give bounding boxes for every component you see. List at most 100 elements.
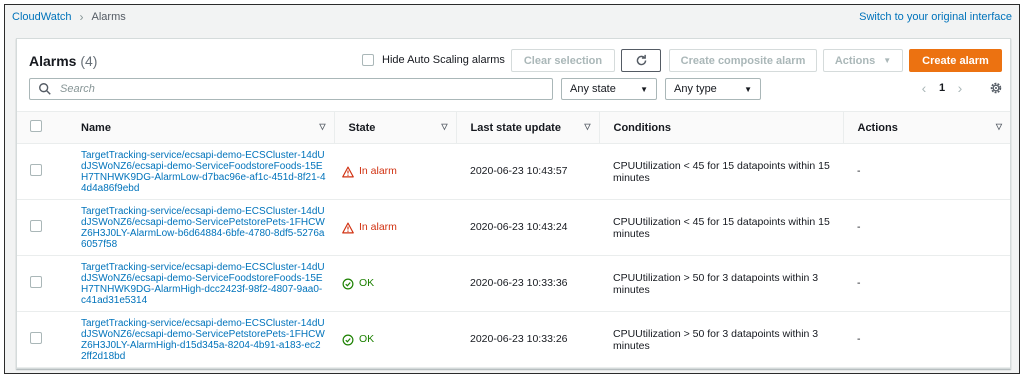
alarm-name-link[interactable]: TargetTracking-service/ecsapi-demo-ECSCl… <box>81 206 325 250</box>
breadcrumb-separator-icon: › <box>79 10 84 24</box>
row-checkbox[interactable] <box>30 332 42 344</box>
caret-down-icon: ▼ <box>744 84 752 94</box>
check-circle-icon <box>342 334 354 345</box>
table-row[interactable]: TargetTracking-service/ecsapi-demo-ECSCl… <box>17 311 1010 368</box>
caret-down-icon: ▼ <box>883 56 892 65</box>
column-header-name-label: Name <box>81 121 111 134</box>
condition-cell: CPUUtilization < 45 for 15 datapoints wi… <box>599 143 843 200</box>
hide-autoscaling-toggle[interactable]: Hide Auto Scaling alarms <box>362 54 505 66</box>
condition-cell: CPUUtilization < 45 for 15 datapoints wi… <box>599 199 843 256</box>
column-header-name[interactable]: Name ▽ <box>55 111 335 144</box>
sort-caret-icon[interactable]: ▽ <box>996 122 1002 131</box>
panel-header: Alarms (4) Hide Auto Scaling alarms Clea… <box>17 39 1010 111</box>
actions-dropdown-button[interactable]: Actions ▼ <box>823 49 903 72</box>
breadcrumb-current: Alarms <box>91 11 126 23</box>
condition-cell: CPUUtilization > 50 for 3 datapoints wit… <box>599 255 843 312</box>
hide-autoscaling-label: Hide Auto Scaling alarms <box>382 54 505 66</box>
alarm-name-cell: TargetTracking-service/ecsapi-demo-ECSCl… <box>55 199 334 256</box>
state-badge: OK <box>342 334 448 346</box>
alarms-table: Name ▽ State ▽ Last state update ▽ Conditio… <box>17 111 1010 368</box>
column-header-actions-label: Actions <box>857 121 898 134</box>
alarm-name-cell: TargetTracking-service/ecsapi-demo-ECSCl… <box>55 143 334 200</box>
actions-cell: - <box>843 311 1010 368</box>
row-select-cell <box>17 255 55 312</box>
breadcrumb-bar: CloudWatch › Alarms Switch to your origi… <box>5 5 1019 29</box>
table-row[interactable]: TargetTracking-service/ecsapi-demo-ECSCl… <box>17 199 1010 256</box>
table-header-row: Name ▽ State ▽ Last state update ▽ Conditio… <box>17 111 1010 144</box>
alarm-name-cell: TargetTracking-service/ecsapi-demo-ECSCl… <box>55 255 334 312</box>
gear-icon[interactable] <box>989 81 1003 95</box>
alarm-count: (4) <box>80 53 98 69</box>
window-frame: CloudWatch › Alarms Switch to your origi… <box>4 4 1020 374</box>
warning-icon <box>342 166 354 177</box>
alarm-state-cell: In alarm <box>334 199 456 256</box>
last-update-cell: 2020-06-23 10:43:57 <box>456 143 599 200</box>
warning-icon <box>342 222 354 233</box>
sort-caret-icon[interactable]: ▽ <box>584 122 590 131</box>
column-header-state-label: State <box>348 121 376 134</box>
row-checkbox[interactable] <box>30 220 42 232</box>
alarm-name-link[interactable]: TargetTracking-service/ecsapi-demo-ECSCl… <box>81 262 325 306</box>
state-label: OK <box>359 333 375 345</box>
alarm-name-cell: TargetTracking-service/ecsapi-demo-ECSCl… <box>55 311 334 368</box>
alarm-state-cell: OK <box>334 311 456 368</box>
state-label: In alarm <box>359 221 397 233</box>
select-all-cell <box>17 111 55 144</box>
last-update-cell: 2020-06-23 10:33:36 <box>456 255 599 312</box>
select-all-checkbox[interactable] <box>30 120 42 132</box>
alarm-name-link[interactable]: TargetTracking-service/ecsapi-demo-ECSCl… <box>81 318 325 362</box>
state-filter-select[interactable]: Any state ▼ <box>561 78 657 100</box>
row-checkbox[interactable] <box>30 276 42 288</box>
refresh-button[interactable] <box>621 49 661 72</box>
search-icon <box>39 83 51 95</box>
caret-down-icon: ▼ <box>640 84 648 94</box>
create-composite-alarm-button[interactable]: Create composite alarm <box>669 49 817 72</box>
alarm-name-link[interactable]: TargetTracking-service/ecsapi-demo-ECSCl… <box>81 150 326 194</box>
check-circle-icon <box>342 278 354 289</box>
pagination: ‹ 1 › <box>915 80 969 96</box>
search-placeholder: Search <box>60 83 95 95</box>
type-filter-select[interactable]: Any type ▼ <box>665 78 761 100</box>
current-page-number[interactable]: 1 <box>933 82 951 94</box>
last-update-cell: 2020-06-23 10:33:26 <box>456 311 599 368</box>
column-header-last-update-label: Last state update <box>470 121 561 134</box>
table-row[interactable]: TargetTracking-service/ecsapi-demo-ECSCl… <box>17 143 1010 200</box>
refresh-icon <box>636 54 646 66</box>
state-label: In alarm <box>359 165 397 177</box>
state-badge: In alarm <box>342 222 448 234</box>
column-header-last-update[interactable]: Last state update ▽ <box>456 111 600 144</box>
row-select-cell <box>17 199 55 256</box>
column-header-state[interactable]: State ▽ <box>334 111 457 144</box>
row-select-cell <box>17 311 55 368</box>
create-alarm-button[interactable]: Create alarm <box>909 49 1002 72</box>
sort-caret-icon[interactable]: ▽ <box>319 122 325 131</box>
condition-cell: CPUUtilization > 50 for 3 datapoints wit… <box>599 311 843 368</box>
sort-caret-icon[interactable]: ▽ <box>441 122 447 131</box>
state-label: OK <box>359 277 375 289</box>
clear-selection-button[interactable]: Clear selection <box>511 49 615 72</box>
actions-cell: - <box>843 143 1010 200</box>
page-title: Alarms (4) <box>29 53 97 69</box>
last-update-cell: 2020-06-23 10:43:24 <box>456 199 599 256</box>
alarm-state-cell: OK <box>334 255 456 312</box>
previous-page-icon[interactable]: ‹ <box>915 80 933 96</box>
next-page-icon[interactable]: › <box>951 80 969 96</box>
state-badge: OK <box>342 278 448 290</box>
hide-autoscaling-checkbox[interactable] <box>362 54 374 66</box>
row-checkbox[interactable] <box>30 164 42 176</box>
state-filter-value: Any state <box>570 83 616 95</box>
actions-cell: - <box>843 199 1010 256</box>
column-header-conditions: Conditions <box>599 111 844 144</box>
alarms-panel: Alarms (4) Hide Auto Scaling alarms Clea… <box>16 38 1011 369</box>
actions-cell: - <box>843 255 1010 312</box>
type-filter-value: Any type <box>674 83 717 95</box>
table-row[interactable]: TargetTracking-service/ecsapi-demo-ECSCl… <box>17 255 1010 312</box>
alarm-state-cell: In alarm <box>334 143 456 200</box>
column-header-actions[interactable]: Actions ▽ <box>843 111 1010 144</box>
search-input[interactable]: Search <box>29 78 553 100</box>
state-badge: In alarm <box>342 166 448 178</box>
row-select-cell <box>17 143 55 200</box>
switch-interface-link[interactable]: Switch to your original interface <box>859 11 1012 23</box>
breadcrumb-cloudwatch-link[interactable]: CloudWatch <box>12 11 72 23</box>
actions-label: Actions <box>834 54 876 67</box>
